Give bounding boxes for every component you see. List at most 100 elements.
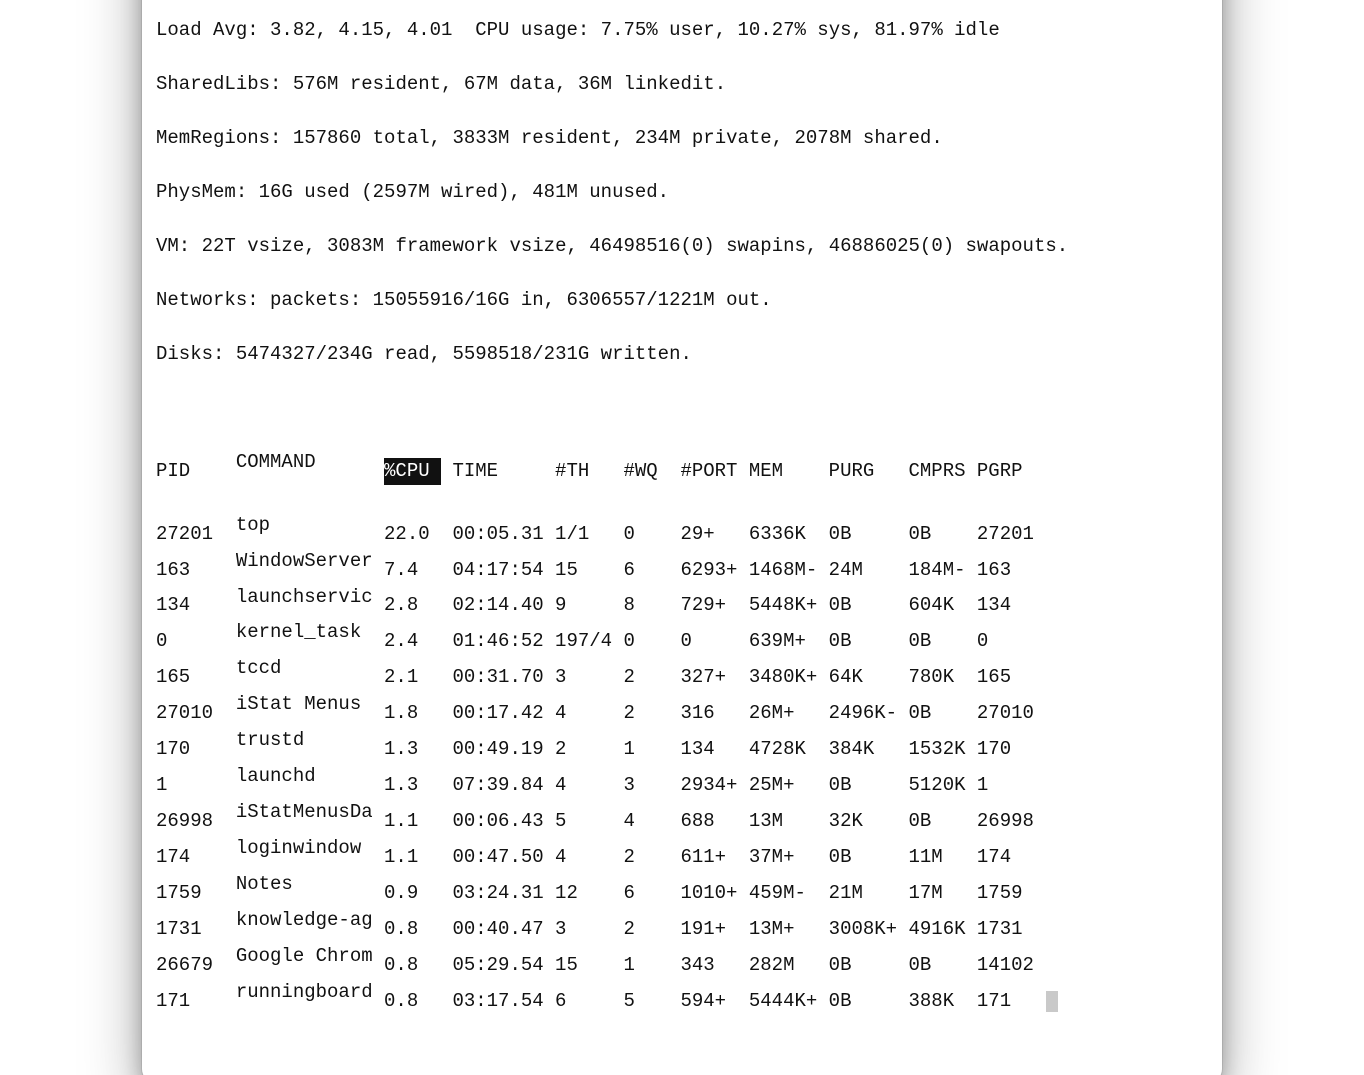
cell-purg: 0B	[829, 988, 909, 1015]
cell-cpu: 22.0	[384, 521, 441, 548]
cell-mem: 1468M-	[749, 557, 829, 584]
cell-port: 6293+	[680, 557, 748, 584]
cell-th: 4	[555, 700, 623, 727]
terminal-body[interactable]: Processes: 621 total, 2 running, 619 sle…	[142, 0, 1222, 1075]
cell-mem: 5448K+	[749, 592, 829, 619]
cell-purg: 32K	[829, 808, 909, 835]
cell-command: trustd	[236, 727, 384, 754]
cell-pgrp: 27201	[977, 521, 1045, 548]
cell-wq: 4	[623, 808, 680, 835]
cell-cpu: 0.8	[384, 988, 441, 1015]
cell-port: 594+	[680, 988, 748, 1015]
cell-cmprs: 184M-	[908, 557, 976, 584]
cell-cmprs: 4916K	[908, 916, 976, 943]
cell-purg: 24M	[829, 557, 909, 584]
cell-cmprs: 604K	[908, 592, 976, 619]
cell-command: kernel_task	[236, 619, 384, 646]
cell-cmprs: 11M	[908, 844, 976, 871]
cell-port: 2934+	[680, 772, 748, 799]
cell-pgrp: 171	[977, 988, 1045, 1015]
blank-line	[156, 395, 1208, 422]
table-row: 171runningboard0.8 03:17.5465594+5444K+0…	[156, 979, 1208, 1015]
process-rows: 27201top22.0 00:05.311/1029+6336K0B0B272…	[156, 512, 1208, 1015]
cell-mem: 282M	[749, 952, 829, 979]
cell-mem: 26M+	[749, 700, 829, 727]
cell-time: 03:24.31	[452, 880, 555, 907]
cell-th: 3	[555, 916, 623, 943]
cell-pgrp: 1731	[977, 916, 1045, 943]
cell-time: 00:05.31	[452, 521, 555, 548]
cell-cpu: 1.3	[384, 772, 441, 799]
cell-cpu: 2.4	[384, 628, 441, 655]
summary-networks: Networks: packets: 15055916/16G in, 6306…	[156, 287, 1208, 314]
cell-wq: 3	[623, 772, 680, 799]
cell-time: 00:06.43	[452, 808, 555, 835]
cell-pgrp: 26998	[977, 808, 1045, 835]
table-row: 170trustd1.3 00:49.19211344728K384K1532K…	[156, 727, 1208, 763]
cell-wq: 6	[623, 880, 680, 907]
col-pid: PID	[156, 458, 236, 485]
cell-wq: 0	[623, 628, 680, 655]
cell-port: 343	[680, 952, 748, 979]
cell-port: 316	[680, 700, 748, 727]
cell-pid: 26998	[156, 808, 236, 835]
cell-pid: 1759	[156, 880, 236, 907]
cell-wq: 1	[623, 952, 680, 979]
cell-cpu: 1.1	[384, 844, 441, 871]
cell-th: 1/1	[555, 521, 623, 548]
cell-command: launchd	[236, 763, 384, 790]
cell-th: 15	[555, 952, 623, 979]
terminal-window: tetianaleheida — top — 80×24 Processes: …	[142, 0, 1222, 1075]
cell-wq: 1	[623, 736, 680, 763]
table-row: 1731knowledge-ag0.8 00:40.4732191+13M+30…	[156, 907, 1208, 943]
cell-mem: 37M+	[749, 844, 829, 871]
cell-th: 197/4	[555, 628, 623, 655]
cell-mem: 13M	[749, 808, 829, 835]
cell-cpu: 2.8	[384, 592, 441, 619]
summary-memregions: MemRegions: 157860 total, 3833M resident…	[156, 125, 1208, 152]
cell-th: 2	[555, 736, 623, 763]
cell-cmprs: 0B	[908, 628, 976, 655]
cell-pid: 0	[156, 628, 236, 655]
cell-th: 15	[555, 557, 623, 584]
cell-cmprs: 0B	[908, 700, 976, 727]
cell-cmprs: 0B	[908, 521, 976, 548]
cell-port: 29+	[680, 521, 748, 548]
cell-th: 12	[555, 880, 623, 907]
cell-wq: 2	[623, 700, 680, 727]
cell-wq: 2	[623, 844, 680, 871]
cell-mem: 3480K+	[749, 664, 829, 691]
cell-command: iStat Menus	[236, 691, 384, 718]
cell-pgrp: 165	[977, 664, 1045, 691]
cell-pgrp: 134	[977, 592, 1045, 619]
cell-wq: 5	[623, 988, 680, 1015]
cell-wq: 6	[623, 557, 680, 584]
cell-mem: 6336K	[749, 521, 829, 548]
cell-pid: 170	[156, 736, 236, 763]
cell-th: 6	[555, 988, 623, 1015]
cell-pgrp: 163	[977, 557, 1045, 584]
table-row: 1759Notes0.9 03:24.311261010+459M-21M17M…	[156, 871, 1208, 907]
cell-wq: 0	[623, 521, 680, 548]
table-row: 134launchservic2.8 02:14.4098729+5448K+0…	[156, 584, 1208, 620]
summary-loadavg: Load Avg: 3.82, 4.15, 4.01 CPU usage: 7.…	[156, 17, 1208, 44]
cell-cpu: 1.8	[384, 700, 441, 727]
summary-sharedlibs: SharedLibs: 576M resident, 67M data, 36M…	[156, 71, 1208, 98]
cell-th: 4	[555, 844, 623, 871]
cell-port: 688	[680, 808, 748, 835]
col-time: TIME	[452, 458, 555, 485]
cell-wq: 8	[623, 592, 680, 619]
cell-time: 00:17.42	[452, 700, 555, 727]
cell-th: 3	[555, 664, 623, 691]
cell-cmprs: 1532K	[908, 736, 976, 763]
col-port: #PORT	[680, 458, 748, 485]
cell-time: 07:39.84	[452, 772, 555, 799]
cell-cmprs: 0B	[908, 952, 976, 979]
cell-purg: 0B	[829, 844, 909, 871]
cell-cmprs: 5120K	[908, 772, 976, 799]
cell-pid: 171	[156, 988, 236, 1015]
col-mem: MEM	[749, 458, 829, 485]
cell-cpu: 7.4	[384, 557, 441, 584]
cell-time: 05:29.54	[452, 952, 555, 979]
cell-purg: 0B	[829, 592, 909, 619]
